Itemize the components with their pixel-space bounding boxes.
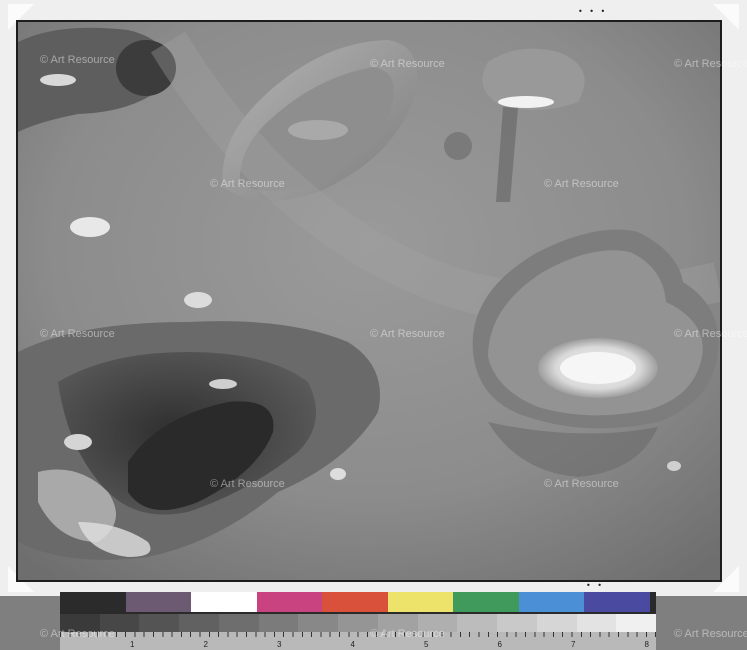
watermark: © Art Resource [370,628,445,640]
watermark: © Art Resource [544,478,619,490]
color-swatch [453,592,519,612]
ruler-number: 8 [644,640,649,649]
color-calibration-target: 1 2 3 4 5 6 7 8 [60,592,657,650]
ruler-number: 3 [277,640,282,649]
gray-step [576,614,617,632]
measurement-ruler: 1 2 3 4 5 6 7 8 [60,632,656,650]
color-swatch [191,592,257,612]
edge-marks: • • • [578,7,608,16]
gray-step [457,614,498,632]
color-swatch [322,592,388,612]
ruler-number: 7 [571,640,576,649]
color-swatch-row [60,592,650,612]
watermark: © Art Resource [210,478,285,490]
gray-step [298,614,339,632]
watermark: © Art Resource [370,58,445,70]
gray-step [218,614,259,632]
grayscale-step-row [60,614,657,632]
rock-surface-photograph [16,20,722,582]
ruler-number: 5 [424,640,429,649]
watermark: © Art Resource [40,628,115,640]
gray-step [497,614,537,632]
color-swatch [387,592,453,612]
color-swatch [125,592,191,612]
watermark: © Art Resource [544,178,619,190]
watermark: © Art Resource [674,328,747,340]
ruler-number: 1 [130,640,135,649]
watermark: © Art Resource [674,58,747,70]
watermark: © Art Resource [210,178,285,190]
watermark: © Art Resource [674,628,747,640]
watermark: © Art Resource [370,328,445,340]
watermark: © Art Resource [40,54,115,66]
gray-step [179,614,219,632]
gray-step [258,614,299,632]
gray-step [536,614,577,632]
color-swatch [60,592,126,612]
gray-step [616,614,657,632]
color-swatch [256,592,322,612]
ruler-number: 6 [497,640,502,649]
gray-step [139,614,180,632]
watermark: © Art Resource [40,328,115,340]
ruler-number: 4 [350,640,355,649]
ruler-number: 2 [203,640,208,649]
edge-marks: • • [586,581,604,590]
color-swatch [518,592,584,612]
color-swatch [584,592,650,612]
